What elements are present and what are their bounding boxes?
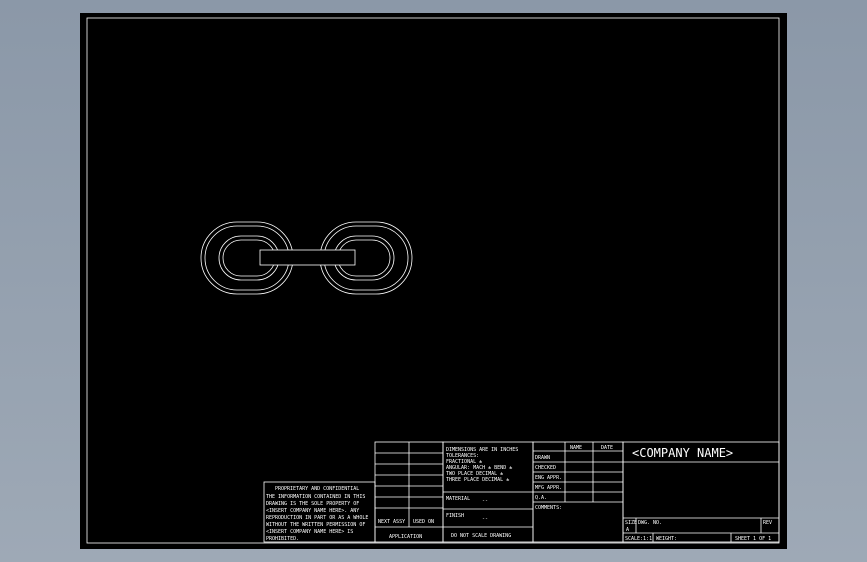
approvals-block: NAME DATE DRAWN CHECKED ENG APPR. MFG AP…	[532, 441, 624, 543]
svg-text:THREE PLACE DECIMAL ±: THREE PLACE DECIMAL ±	[446, 477, 509, 483]
no-scale-note: DO NOT SCALE DRAWING	[451, 533, 511, 539]
material-value: --	[482, 498, 488, 504]
svg-text:CHECKED: CHECKED	[535, 465, 556, 471]
svg-text:WITHOUT THE WRITTEN PERMISSION: WITHOUT THE WRITTEN PERMISSION OF	[266, 522, 365, 528]
svg-text:MFG APPR.: MFG APPR.	[535, 485, 562, 491]
svg-text:ENG APPR.: ENG APPR.	[535, 475, 562, 481]
svg-text:<INSERT COMPANY NAME HERE>. AN: <INSERT COMPANY NAME HERE>. ANY	[266, 508, 359, 514]
rev-label: REV	[763, 520, 772, 526]
date-header: DATE	[601, 445, 613, 451]
svg-text:PROHIBITED.: PROHIBITED.	[266, 536, 299, 542]
proprietary-notice: PROPRIETARY AND CONFIDENTIAL THE INFORMA…	[263, 481, 376, 543]
name-header: NAME	[570, 445, 582, 451]
comments-label: COMMENTS:	[535, 505, 562, 511]
svg-text:<INSERT COMPANY NAME HERE> IS: <INSERT COMPANY NAME HERE> IS	[266, 529, 353, 535]
size-label: SIZE	[625, 520, 637, 526]
svg-text:REPRODUCTION IN PART OR AS A W: REPRODUCTION IN PART OR AS A WHOLE	[266, 515, 368, 521]
svg-text:Q.A.: Q.A.	[535, 495, 547, 501]
svg-text:THE INFORMATION CONTAINED IN T: THE INFORMATION CONTAINED IN THIS	[266, 494, 365, 500]
chain-link-drawing	[200, 221, 413, 295]
application-label: APPLICATION	[389, 534, 422, 540]
company-name: <COMPANY NAME>	[632, 446, 733, 460]
tolerance-block: DIMENSIONS ARE IN INCHES TOLERANCES: FRA…	[442, 441, 534, 543]
finish-label: FINISH	[446, 513, 464, 519]
material-label: MATERIAL	[446, 496, 470, 502]
svg-text:DRAWN: DRAWN	[535, 455, 550, 461]
svg-text:DRAWING IS THE SOLE PROPERTY O: DRAWING IS THE SOLE PROPERTY OF	[266, 501, 359, 507]
dwg-no-label: DWG. NO.	[638, 520, 662, 526]
used-on-label: USED ON	[413, 519, 434, 525]
proprietary-heading: PROPRIETARY AND CONFIDENTIAL	[275, 486, 359, 492]
application-block: NEXT ASSY USED ON APPLICATION	[374, 441, 444, 543]
company-block: <COMPANY NAME> SIZE A DWG. NO. REV SCALE…	[622, 441, 780, 543]
size-value: A	[626, 527, 629, 533]
weight-label: WEIGHT:	[656, 536, 677, 542]
next-assy-label: NEXT ASSY	[378, 519, 405, 525]
finish-value: --	[482, 516, 488, 522]
sheet-label: SHEET 1 OF 1	[735, 536, 771, 542]
drawing-sheet: PROPRIETARY AND CONFIDENTIAL THE INFORMA…	[80, 13, 787, 549]
scale-label: SCALE:1:1	[625, 536, 652, 542]
